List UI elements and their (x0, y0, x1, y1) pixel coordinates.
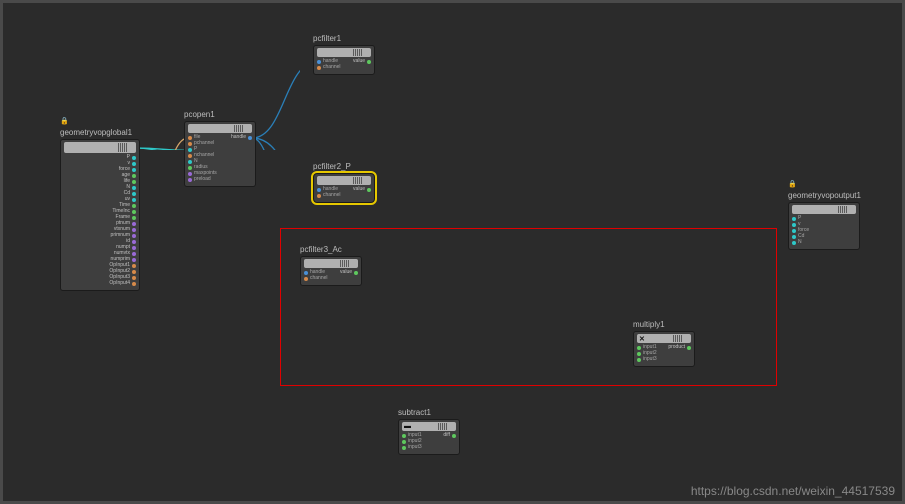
output-port[interactable]: value (353, 59, 371, 64)
node-header[interactable] (317, 48, 371, 57)
node-subtract[interactable]: ▬input1input2input3diff (398, 419, 460, 455)
node-label: pcfilter3_Ac (300, 245, 362, 254)
input-port[interactable]: preload (188, 177, 217, 182)
node-header[interactable] (64, 142, 136, 153)
lock-icon: 🔒 (788, 180, 797, 188)
node-pcfilter1[interactable]: handlechannelvalue (313, 45, 375, 75)
output-port[interactable]: diff (443, 433, 456, 438)
node-pcopen[interactable]: filepchannelPnchannelNradiusmaxpointspre… (184, 121, 256, 187)
node-geomglobal[interactable]: PvforceagelifeNCduvTimeTimeIncFrameptnum… (60, 139, 140, 291)
output-port[interactable]: N (109, 185, 136, 190)
input-port[interactable]: input3 (637, 357, 657, 362)
output-port[interactable]: OpInput4 (109, 281, 136, 286)
input-port[interactable]: channel (317, 193, 341, 198)
node-geomoutput[interactable]: PvforceCdN (788, 202, 860, 250)
output-port[interactable]: life (109, 179, 136, 184)
node-label: pcopen1 (184, 110, 256, 119)
output-port[interactable]: primnum (109, 233, 136, 238)
node-multiply[interactable]: ✕input1input2input3product (633, 331, 695, 367)
node-label: pcfilter1 (313, 34, 375, 43)
watermark: https://blog.csdn.net/weixin_44517539 (691, 484, 895, 498)
node-type-icon: ✕ (639, 335, 645, 343)
output-port[interactable]: product (668, 345, 691, 350)
node-header[interactable] (792, 205, 856, 214)
node-header[interactable]: ▬ (402, 422, 456, 431)
output-port[interactable]: handle (231, 135, 252, 140)
node-pcfilter2[interactable]: handlechannelvalue (313, 173, 375, 203)
output-port[interactable]: Cd (109, 191, 136, 196)
input-port[interactable]: channel (317, 65, 341, 70)
node-pcfilter3[interactable]: handlechannelvalue (300, 256, 362, 286)
node-label: geometryvopoutput1 (788, 191, 860, 200)
input-port[interactable]: N (792, 240, 809, 245)
node-header[interactable]: ✕ (637, 334, 691, 343)
output-port[interactable]: P (109, 155, 136, 160)
node-label: pcfilter2_P (313, 162, 375, 171)
lock-icon: 🔒 (60, 117, 69, 125)
input-port[interactable]: nchannel (188, 153, 217, 158)
node-header[interactable] (304, 259, 358, 268)
node-label: multiply1 (633, 320, 695, 329)
node-header[interactable] (188, 124, 252, 133)
node-label: subtract1 (398, 408, 460, 417)
node-label: geometryvopglobal1 (60, 128, 140, 137)
input-port[interactable]: pchannel (188, 141, 217, 146)
node-graph-canvas[interactable]: 🔒 geometryvopglobal1 PvforceagelifeNCduvTi… (0, 0, 905, 504)
node-header[interactable] (317, 176, 371, 185)
output-port[interactable]: age (109, 173, 136, 178)
node-type-icon: ▬ (404, 423, 411, 430)
output-port[interactable]: value (353, 187, 371, 192)
input-port[interactable]: channel (304, 276, 328, 281)
output-port[interactable]: value (340, 270, 358, 275)
input-port[interactable]: input3 (402, 445, 422, 450)
